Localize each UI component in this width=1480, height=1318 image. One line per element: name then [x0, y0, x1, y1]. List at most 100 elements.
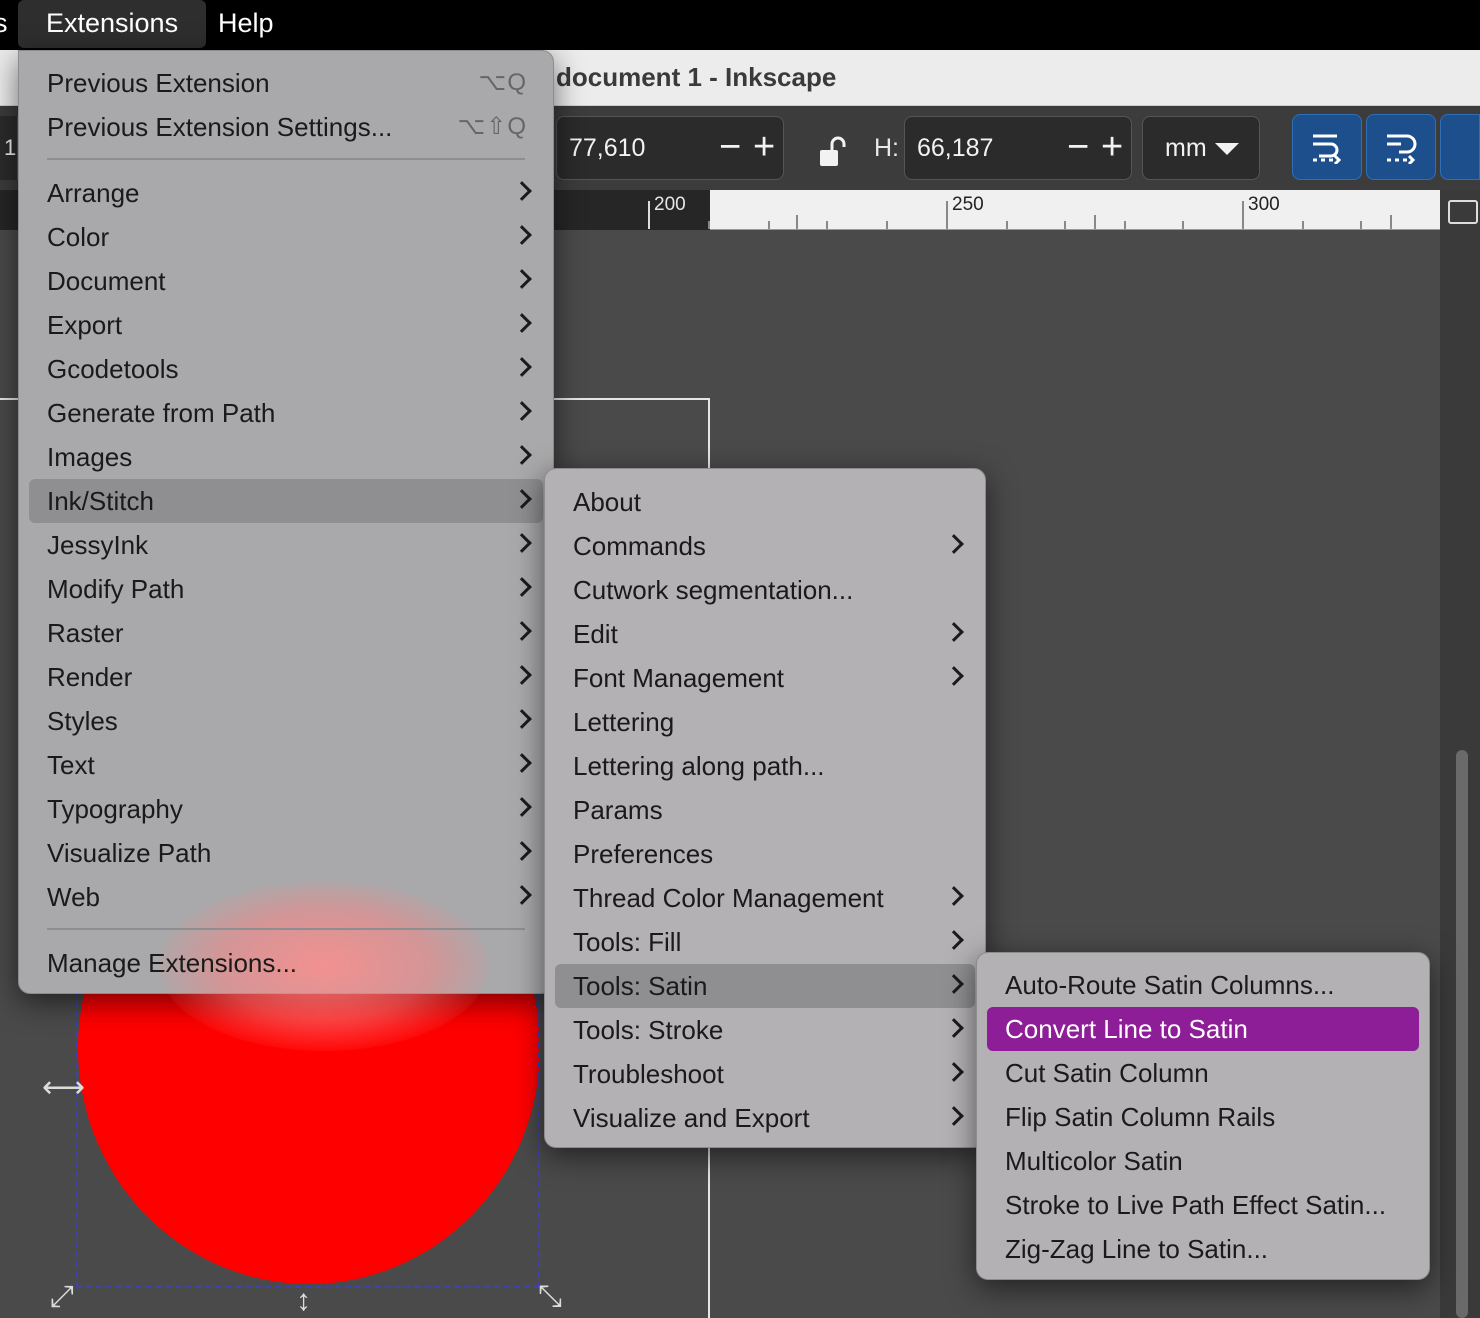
- chevron-right-icon: [512, 841, 532, 861]
- menu-item-previous-extension-settings[interactable]: Previous Extension Settings... ⌥⇧Q: [29, 105, 543, 149]
- menu-item-edit[interactable]: Edit: [555, 612, 975, 656]
- height-field[interactable]: 66,187 − +: [904, 116, 1132, 180]
- menubar-item-help[interactable]: Help: [190, 0, 302, 48]
- chevron-right-icon: [512, 621, 532, 641]
- menu-item-previous-extension[interactable]: Previous Extension ⌥Q: [29, 61, 543, 105]
- chevron-right-icon: [512, 401, 532, 421]
- menu-item-flip-satin-column-rails[interactable]: Flip Satin Column Rails: [987, 1095, 1419, 1139]
- menu-item-web[interactable]: Web: [29, 875, 543, 919]
- menu-item-label: Gcodetools: [47, 354, 179, 384]
- chevron-right-icon: [512, 225, 532, 245]
- menu-item-label: Arrange: [47, 178, 140, 208]
- x-field-clipped[interactable]: 1: [0, 116, 18, 180]
- menu-item-modify-path[interactable]: Modify Path: [29, 567, 543, 611]
- scale-vertical-arrow-icon[interactable]: ↕: [296, 1284, 311, 1318]
- menu-item-troubleshoot[interactable]: Troubleshoot: [555, 1052, 975, 1096]
- menu-item-visualize-path[interactable]: Visualize Path: [29, 831, 543, 875]
- align-flow-button[interactable]: [1292, 114, 1362, 180]
- menu-item-styles[interactable]: Styles: [29, 699, 543, 743]
- menu-item-tools-satin[interactable]: Tools: Satin: [555, 964, 975, 1008]
- menu-item-zig-zag-line-to-satin[interactable]: Zig-Zag Line to Satin...: [987, 1227, 1419, 1271]
- menu-item-thread-color-management[interactable]: Thread Color Management: [555, 876, 975, 920]
- menu-item-lettering-along-path[interactable]: Lettering along path...: [555, 744, 975, 788]
- vertical-scrollbar[interactable]: [1456, 750, 1468, 1318]
- width-increment-button[interactable]: +: [753, 117, 775, 177]
- menu-item-label: Previous Extension: [47, 68, 270, 98]
- menu-item-label: Tools: Satin: [573, 971, 708, 1001]
- menubar-item-clipped[interactable]: s: [0, 0, 8, 46]
- menu-item-convert-line-to-satin[interactable]: Convert Line to Satin: [987, 1007, 1419, 1051]
- menu-item-stroke-to-live-path-effect-satin[interactable]: Stroke to Live Path Effect Satin...: [987, 1183, 1419, 1227]
- menu-item-arrange[interactable]: Arrange: [29, 171, 543, 215]
- menu-item-label: Thread Color Management: [573, 883, 884, 913]
- menu-item-images[interactable]: Images: [29, 435, 543, 479]
- menu-item-text[interactable]: Text: [29, 743, 543, 787]
- width-decrement-button[interactable]: −: [719, 117, 741, 177]
- menu-item-label: Styles: [47, 706, 118, 736]
- ruler-tick: [886, 221, 888, 229]
- menu-item-color[interactable]: Color: [29, 215, 543, 259]
- menu-item-label: Typography: [47, 794, 183, 824]
- scale-diagonal-arrow-icon[interactable]: ⤡: [538, 1280, 562, 1314]
- menu-item-about[interactable]: About: [555, 480, 975, 524]
- menu-item-jessyink[interactable]: JessyInk: [29, 523, 543, 567]
- height-decrement-button[interactable]: −: [1067, 117, 1089, 177]
- menu-item-document[interactable]: Document: [29, 259, 543, 303]
- chevron-right-icon: [944, 930, 964, 950]
- menu-item-generate-from-path[interactable]: Generate from Path: [29, 391, 543, 435]
- height-increment-button[interactable]: +: [1101, 117, 1123, 177]
- width-value[interactable]: 77,610: [569, 117, 645, 179]
- menu-item-tools-stroke[interactable]: Tools: Stroke: [555, 1008, 975, 1052]
- menu-item-label: Generate from Path: [47, 398, 276, 428]
- scale-diagonal-arrow-icon[interactable]: ⤢: [50, 1280, 74, 1314]
- menu-item-label: Web: [47, 882, 100, 912]
- menu-item-multicolor-satin[interactable]: Multicolor Satin: [987, 1139, 1419, 1183]
- menu-item-lettering[interactable]: Lettering: [555, 700, 975, 744]
- ruler-tick: [946, 201, 948, 229]
- ruler-tick: [708, 221, 710, 229]
- menu-item-export[interactable]: Export: [29, 303, 543, 347]
- unit-dropdown[interactable]: mm: [1142, 116, 1260, 180]
- menubar-item-extensions[interactable]: Extensions: [18, 0, 207, 48]
- unlocked-padlock-icon[interactable]: [818, 136, 846, 168]
- menu-item-render[interactable]: Render: [29, 655, 543, 699]
- menu-item-preferences[interactable]: Preferences: [555, 832, 975, 876]
- height-label: H:: [874, 134, 899, 162]
- chevron-right-icon: [944, 1062, 964, 1082]
- menu-item-label: Commands: [573, 531, 706, 561]
- scale-horizontal-arrow-icon[interactable]: ⟷: [42, 1070, 85, 1105]
- menu-item-cut-satin-column[interactable]: Cut Satin Column: [987, 1051, 1419, 1095]
- chevron-right-icon: [944, 1106, 964, 1126]
- menu-item-label: Raster: [47, 618, 124, 648]
- menu-item-manage-extensions[interactable]: Manage Extensions...: [29, 941, 543, 985]
- ruler-tick: [826, 221, 828, 229]
- ruler-tick: [1242, 201, 1244, 229]
- menu-item-raster[interactable]: Raster: [29, 611, 543, 655]
- menu-item-label: Document: [47, 266, 166, 296]
- menu-item-inkstitch[interactable]: Ink/Stitch: [29, 479, 543, 523]
- menu-item-tools-fill[interactable]: Tools: Fill: [555, 920, 975, 964]
- menu-item-label: Modify Path: [47, 574, 185, 604]
- menu-item-auto-route-satin-columns[interactable]: Auto-Route Satin Columns...: [987, 963, 1419, 1007]
- menu-separator: [47, 158, 525, 160]
- menu-item-commands[interactable]: Commands: [555, 524, 975, 568]
- menu-item-label: Render: [47, 662, 133, 692]
- ruler-tick: [796, 215, 798, 229]
- menu-item-font-management[interactable]: Font Management: [555, 656, 975, 700]
- menu-item-gcodetools[interactable]: Gcodetools: [29, 347, 543, 391]
- chevron-right-icon: [944, 886, 964, 906]
- display-mode-icon[interactable]: [1448, 200, 1478, 224]
- menu-item-label: Previous Extension Settings...: [47, 112, 393, 142]
- menu-item-label: Export: [47, 310, 123, 340]
- menu-item-cutwork-segmentation[interactable]: Cutwork segmentation...: [555, 568, 975, 612]
- align-wrap-button[interactable]: [1366, 114, 1436, 180]
- menu-item-params[interactable]: Params: [555, 788, 975, 832]
- height-value[interactable]: 66,187: [917, 117, 993, 179]
- width-field[interactable]: 77,610 − +: [556, 116, 784, 180]
- align-more-button[interactable]: [1440, 114, 1480, 180]
- menu-item-typography[interactable]: Typography: [29, 787, 543, 831]
- ruler-tick: [648, 201, 650, 229]
- menu-item-visualize-and-export[interactable]: Visualize and Export: [555, 1096, 975, 1140]
- tools-satin-submenu: Auto-Route Satin Columns... Convert Line…: [976, 952, 1430, 1280]
- align-wrap-icon: [1387, 134, 1417, 164]
